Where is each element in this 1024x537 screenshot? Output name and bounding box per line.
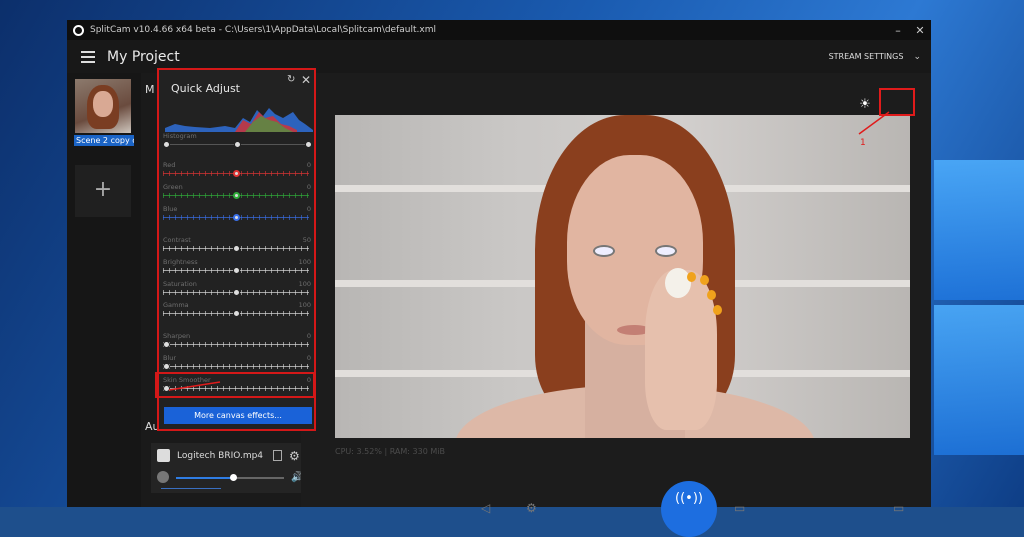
scene-label[interactable]: Scene 2 copy c: [74, 135, 134, 146]
add-scene-button[interactable]: +: [75, 165, 131, 217]
saturation-slider[interactable]: Saturation 100: [161, 280, 311, 300]
delete-icon[interactable]: [273, 450, 282, 461]
blue-slider-knob[interactable]: [233, 214, 240, 221]
saturation-value: 100: [298, 280, 311, 288]
more-canvas-effects-button[interactable]: More canvas effects...: [164, 407, 312, 424]
close-window-button[interactable]: ✕: [909, 24, 931, 37]
mic-icon[interactable]: ◁: [481, 501, 490, 515]
contrast-slider-knob[interactable]: [233, 245, 240, 252]
project-title: My Project: [107, 48, 180, 65]
blur-label: Blur: [163, 354, 177, 362]
brightness-slider[interactable]: Brightness 100: [161, 258, 311, 278]
histogram-chart: [165, 108, 313, 132]
green-slider-knob[interactable]: [233, 192, 240, 199]
green-slider[interactable]: Green 0: [161, 183, 311, 203]
audio-file-icon: [157, 449, 170, 462]
gamma-slider[interactable]: Gamma 100: [161, 301, 311, 321]
preview-area: ☀ CPU: 3.52% | RAM: 330 MiB ((•)) ◁ ⚙ ▭ …: [301, 73, 931, 537]
audio-device-name: Logitech BRIO.mp4: [177, 451, 264, 461]
media-section-label: M: [145, 83, 155, 96]
blue-value: 0: [306, 205, 311, 213]
camera-icon[interactable]: ▭: [734, 501, 745, 515]
mute-icon[interactable]: [157, 471, 169, 483]
gear-icon[interactable]: ⚙: [289, 449, 300, 463]
contrast-slider[interactable]: Contrast 50: [161, 236, 311, 256]
title-bar: SplitCam v10.4.66 x64 beta - C:\Users\1\…: [67, 20, 931, 40]
snapshot-icon[interactable]: ▭: [893, 501, 904, 515]
audio-device-card: Logitech BRIO.mp4 ⚙ 🔊: [151, 443, 303, 493]
brightness-label: Brightness: [163, 258, 198, 266]
scenes-panel: Scene 2 copy c +: [67, 73, 141, 507]
minimize-button[interactable]: –: [887, 24, 909, 37]
histogram-slider[interactable]: Histogram: [161, 132, 312, 152]
menu-icon[interactable]: [81, 48, 95, 66]
blue-slider[interactable]: Blue 0: [161, 205, 311, 225]
window-title: SplitCam v10.4.66 x64 beta - C:\Users\1\…: [90, 25, 436, 35]
blur-slider-knob[interactable]: [163, 363, 170, 370]
blur-slider[interactable]: Blur 0: [161, 354, 311, 374]
audio-level-meter: [161, 488, 221, 489]
histogram-label: Histogram: [163, 132, 197, 140]
scene-thumbnail[interactable]: [75, 79, 131, 133]
stream-settings-button[interactable]: STREAM SETTINGS: [829, 52, 904, 61]
red-value: 0: [306, 161, 311, 169]
red-slider-knob[interactable]: [233, 170, 240, 177]
red-slider[interactable]: Red 0: [161, 161, 311, 181]
go-live-button[interactable]: ((•)): [661, 481, 717, 537]
green-value: 0: [306, 183, 311, 191]
sharpen-value: 0: [306, 332, 311, 340]
sharpen-label: Sharpen: [163, 332, 191, 340]
blue-label: Blue: [163, 205, 178, 213]
histogram-black-point[interactable]: [163, 141, 170, 148]
splitcam-logo-icon: [73, 24, 84, 36]
gamma-slider-knob[interactable]: [233, 310, 240, 317]
gamma-value: 100: [298, 301, 311, 309]
quick-adjust-title: Quick Adjust: [171, 82, 240, 95]
volume-slider[interactable]: [176, 474, 284, 481]
histogram-white-point[interactable]: [305, 141, 312, 148]
gamma-label: Gamma: [163, 301, 189, 309]
green-label: Green: [163, 183, 183, 191]
sharpen-slider-knob[interactable]: [163, 341, 170, 348]
sharpen-slider[interactable]: Sharpen 0: [161, 332, 311, 352]
contrast-label: Contrast: [163, 236, 191, 244]
histogram-midpoint[interactable]: [234, 141, 241, 148]
settings-icon[interactable]: ⚙: [526, 501, 537, 515]
annotation-number: 1: [860, 138, 866, 148]
contrast-value: 50: [302, 236, 311, 244]
performance-stats: CPU: 3.52% | RAM: 330 MiB: [335, 447, 445, 456]
brightness-value: 100: [298, 258, 311, 266]
saturation-slider-knob[interactable]: [233, 289, 240, 296]
windows-logo-pane: [934, 160, 1024, 300]
reset-icon[interactable]: ↻: [287, 74, 295, 85]
brightness-slider-knob[interactable]: [233, 267, 240, 274]
close-icon[interactable]: ✕: [301, 73, 311, 87]
windows-logo-pane: [934, 305, 1024, 455]
annotation-arrow: [168, 381, 221, 391]
saturation-label: Saturation: [163, 280, 197, 288]
red-label: Red: [163, 161, 176, 169]
annotation-arrow: [858, 111, 890, 135]
chevron-down-icon[interactable]: ⌄: [913, 52, 921, 62]
video-preview: [335, 115, 910, 438]
blur-value: 0: [306, 354, 311, 362]
